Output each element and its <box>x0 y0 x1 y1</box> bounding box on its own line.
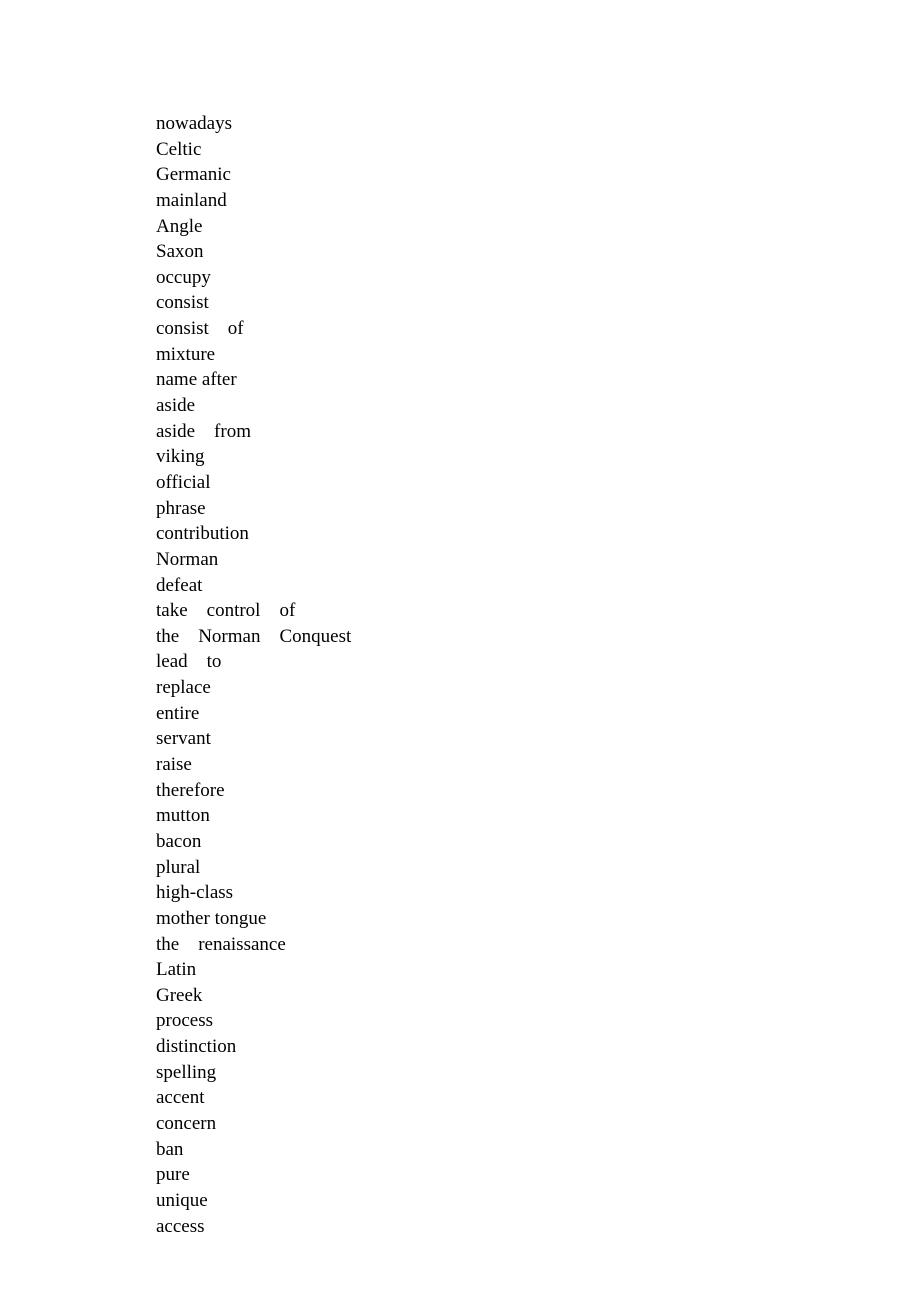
list-item: spelling <box>156 1060 920 1086</box>
list-item: official <box>156 470 920 496</box>
list-item: viking <box>156 444 920 470</box>
list-item: pure <box>156 1162 920 1188</box>
list-item: aside from <box>156 419 920 445</box>
list-item: high-class <box>156 880 920 906</box>
list-item: plural <box>156 855 920 881</box>
list-item: unique <box>156 1188 920 1214</box>
list-item: consist <box>156 290 920 316</box>
list-item: Greek <box>156 983 920 1009</box>
word-list: nowadays Celtic Germanic mainland Angle … <box>156 111 920 1239</box>
list-item: lead to <box>156 649 920 675</box>
list-item: Angle <box>156 214 920 240</box>
list-item: Saxon <box>156 239 920 265</box>
list-item: nowadays <box>156 111 920 137</box>
list-item: take control of <box>156 598 920 624</box>
list-item: concern <box>156 1111 920 1137</box>
list-item: mother tongue <box>156 906 920 932</box>
list-item: entire <box>156 701 920 727</box>
list-item: replace <box>156 675 920 701</box>
list-item: bacon <box>156 829 920 855</box>
list-item: mixture <box>156 342 920 368</box>
list-item: phrase <box>156 496 920 522</box>
list-item: servant <box>156 726 920 752</box>
list-item: Norman <box>156 547 920 573</box>
list-item: consist of <box>156 316 920 342</box>
list-item: process <box>156 1008 920 1034</box>
list-item: ban <box>156 1137 920 1163</box>
list-item: access <box>156 1214 920 1240</box>
list-item: mutton <box>156 803 920 829</box>
list-item: the Norman Conquest <box>156 624 920 650</box>
list-item: Germanic <box>156 162 920 188</box>
list-item: accent <box>156 1085 920 1111</box>
list-item: occupy <box>156 265 920 291</box>
list-item: defeat <box>156 573 920 599</box>
list-item: Latin <box>156 957 920 983</box>
list-item: name after <box>156 367 920 393</box>
list-item: raise <box>156 752 920 778</box>
list-item: mainland <box>156 188 920 214</box>
list-item: the renaissance <box>156 932 920 958</box>
list-item: contribution <box>156 521 920 547</box>
list-item: Celtic <box>156 137 920 163</box>
list-item: distinction <box>156 1034 920 1060</box>
list-item: aside <box>156 393 920 419</box>
list-item: therefore <box>156 778 920 804</box>
